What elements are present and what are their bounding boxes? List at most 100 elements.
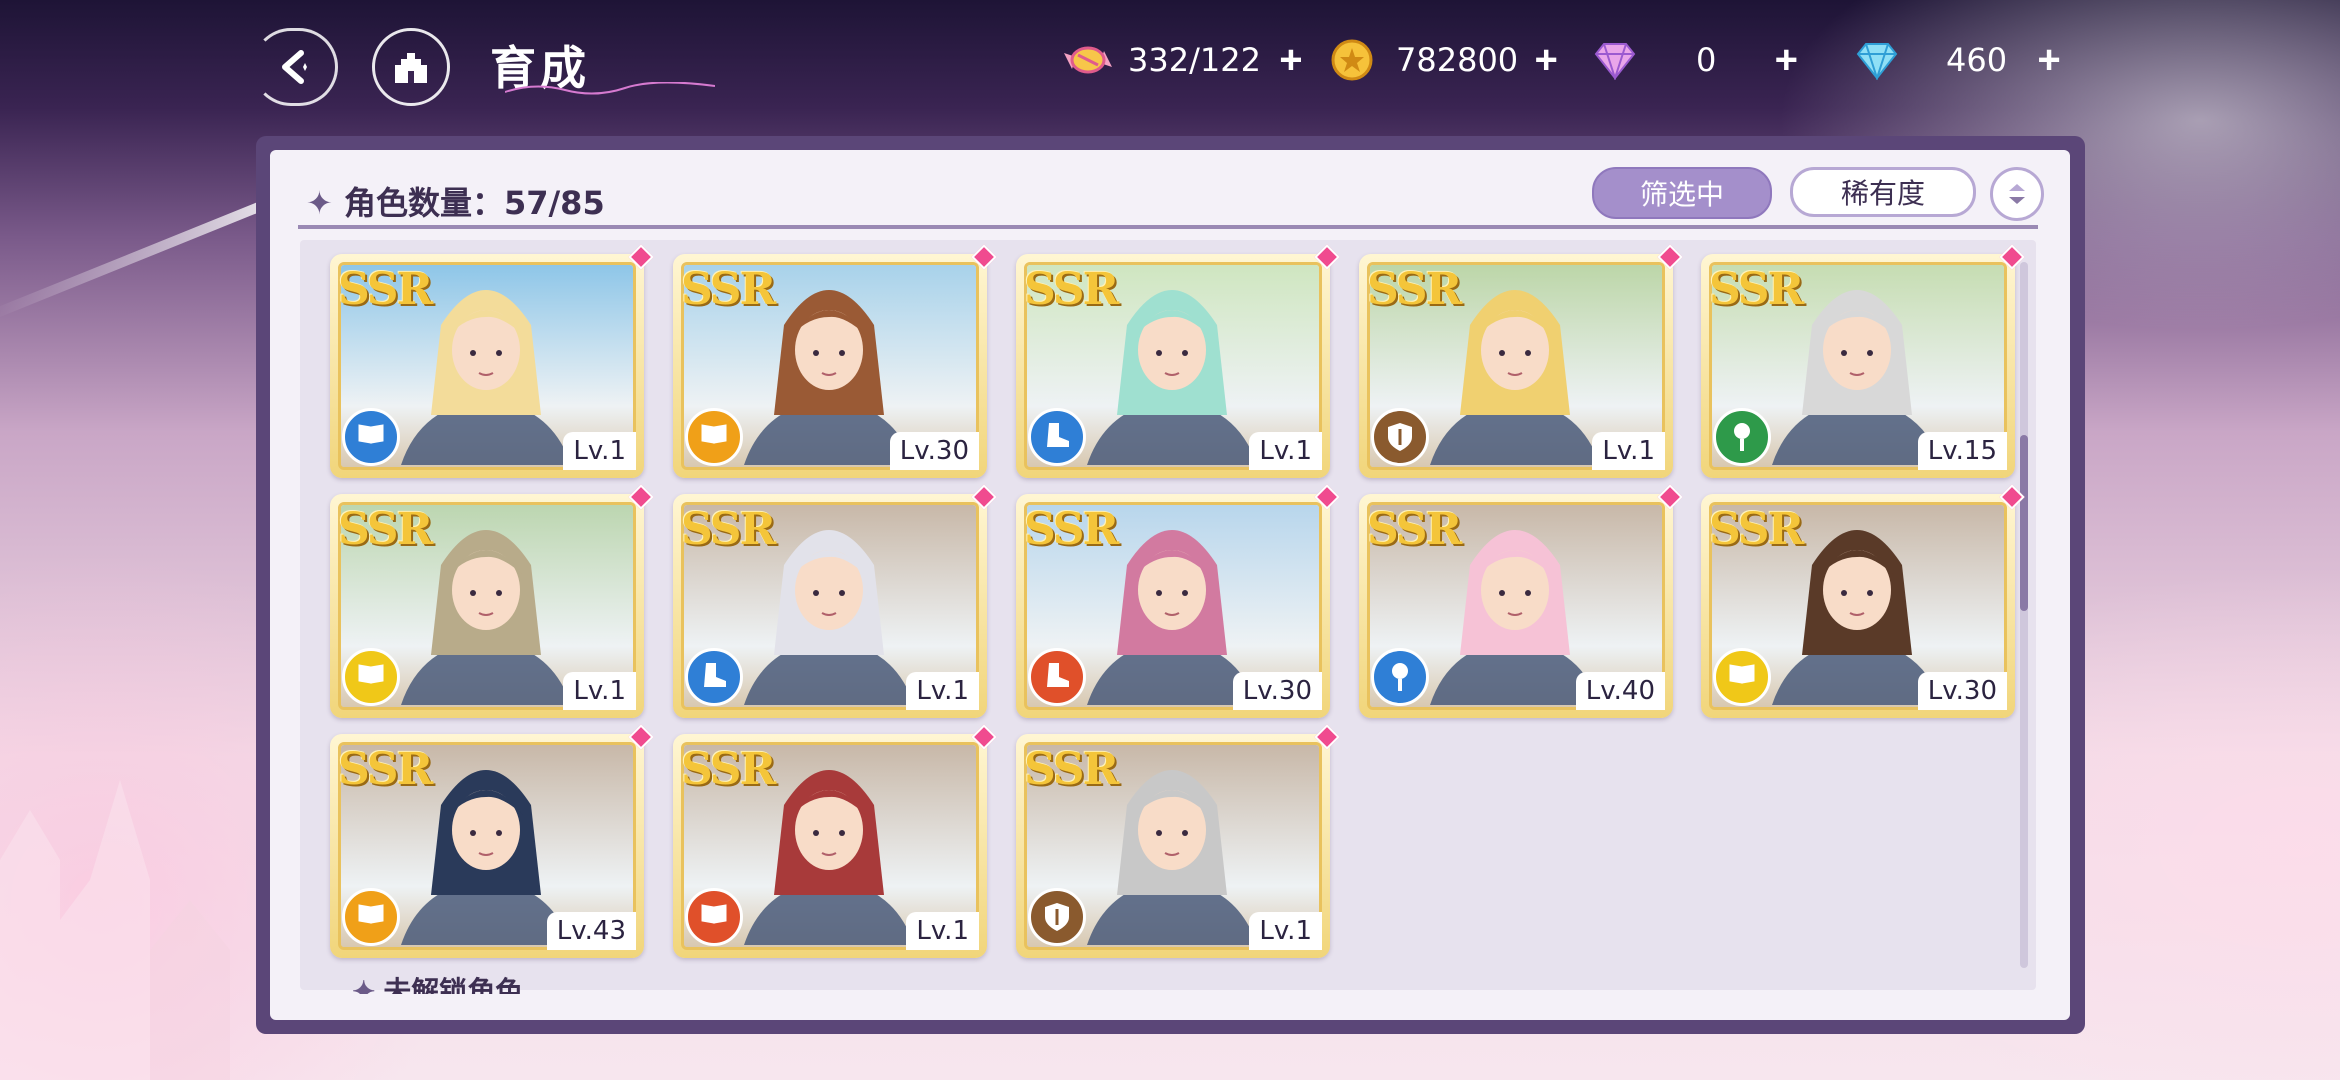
blue-diamond-value: 460 [1946,41,2008,79]
level-label: Lv.1 [1592,432,1665,470]
rarity-label: SSR [1024,264,1119,315]
level-label: Lv.1 [1249,432,1322,470]
candy-icon [1064,46,1112,74]
blue-diamond-icon [1856,43,1898,80]
pink-diamond-icon [1594,43,1636,80]
level-label: Lv.1 [1249,912,1322,950]
attribute-badge [685,408,743,466]
character-card[interactable]: SSR Lv.30 [1016,484,1340,718]
attribute-badge [1371,648,1429,706]
level-label: Lv.30 [889,432,979,470]
character-card[interactable]: SSR Lv.43 [330,724,654,958]
book-icon [1729,664,1755,684]
rarity-label: SSR [681,264,776,315]
level-label: Lv.30 [1232,672,1322,710]
character-card[interactable]: SSR Lv.40 [1359,484,1683,718]
boot-icon [1047,423,1069,447]
sparkle-icon: ✦ [352,976,384,994]
level-label: Lv.1 [563,672,636,710]
book-icon [358,904,384,924]
character-card[interactable]: SSR Lv.15 [1701,244,2025,478]
attribute-badge [1028,888,1086,946]
rarity-sort-button[interactable]: 稀有度 [1790,167,1976,217]
rarity-label: SSR [1024,504,1119,555]
character-card[interactable]: SSR Lv.30 [673,244,997,478]
character-card[interactable]: SSR Lv.1 [673,724,997,958]
attribute-badge [1028,408,1086,466]
pink-diamond-value: 0 [1696,41,1717,79]
scrollbar-thumb[interactable] [2020,435,2028,611]
attribute-badge [342,888,400,946]
castle-silhouette [0,780,230,1080]
attribute-badge [1713,408,1771,466]
rarity-label: SSR [681,744,776,795]
gold-coin-icon [1331,39,1373,81]
level-label: Lv.1 [906,672,979,710]
sort-arrows-icon [2009,184,2025,204]
character-count-label: ✦ 角色数量：57/85 [306,178,605,224]
level-label: Lv.1 [906,912,979,950]
pink-diamond-add-button[interactable]: + [1766,38,1806,83]
candy-value: 332/122 [1128,41,1261,79]
rarity-label: SSR [338,504,433,555]
rarity-label: SSR [338,744,433,795]
resource-pink-diamond: 0 + [1592,30,1806,90]
scrollbar-track[interactable] [2020,262,2028,968]
level-label: Lv.15 [1917,432,2007,470]
rarity-label: SSR [1367,264,1462,315]
locked-characters-text: 未解锁角色 [383,976,524,994]
book-icon [701,904,727,924]
sort-order-button[interactable] [1990,167,2044,221]
attribute-badge [1371,408,1429,466]
locked-characters-label: ✦ 未解锁角色 [352,970,523,994]
level-label: Lv.30 [1917,672,2007,710]
attribute-badge [342,408,400,466]
blue-diamond-add-button[interactable]: + [2029,38,2069,83]
back-arrow-icon [282,50,307,84]
shield-icon [1388,423,1412,451]
resource-candy: 332/122 + [1058,30,1311,90]
character-count-text: 角色数量：57/85 [343,184,605,222]
boot-icon [704,663,726,687]
boot-icon [1047,663,1069,687]
shield-icon [1045,903,1069,931]
book-icon [358,424,384,444]
home-button[interactable] [372,28,450,106]
candy-add-button[interactable]: + [1271,38,1311,83]
character-card[interactable]: SSR Lv.1 [1016,244,1340,478]
character-card[interactable]: SSR Lv.1 [673,484,997,718]
rarity-label: SSR [1024,744,1119,795]
character-card[interactable]: SSR Lv.1 [330,244,654,478]
gold-add-button[interactable]: + [1526,38,1566,83]
attribute-badge [685,648,743,706]
rarity-label: SSR [1709,264,1804,315]
rarity-label: SSR [1367,504,1462,555]
top-bar: 育成 332/122 + 782800 + 0 + 460 + [0,0,2340,125]
sparkle-icon: ✦ [306,184,333,222]
level-label: Lv.43 [546,912,636,950]
castle-icon [395,53,427,83]
rarity-label: SSR [1709,504,1804,555]
character-card[interactable]: SSR Lv.30 [1701,484,2025,718]
attribute-badge [1028,648,1086,706]
gold-value: 782800 [1396,41,1519,79]
attribute-badge [342,648,400,706]
mic-icon [1734,423,1750,451]
book-icon [701,424,727,444]
attribute-badge [685,888,743,946]
background-light-streak [0,190,291,320]
level-label: Lv.1 [563,432,636,470]
level-label: Lv.40 [1575,672,1665,710]
rarity-label: SSR [681,504,776,555]
character-card[interactable]: SSR Lv.1 [330,484,654,718]
mic-icon [1392,663,1408,691]
rarity-label: SSR [338,264,433,315]
resource-gold: 782800 + [1330,30,1566,90]
character-card[interactable]: SSR Lv.1 [1016,724,1340,958]
character-card[interactable]: SSR Lv.1 [1359,244,1683,478]
attribute-badge [1713,648,1771,706]
filter-button[interactable]: 筛选中 [1592,167,1772,219]
header-divider [298,225,2038,229]
book-icon [358,664,384,684]
back-button[interactable] [252,28,338,106]
